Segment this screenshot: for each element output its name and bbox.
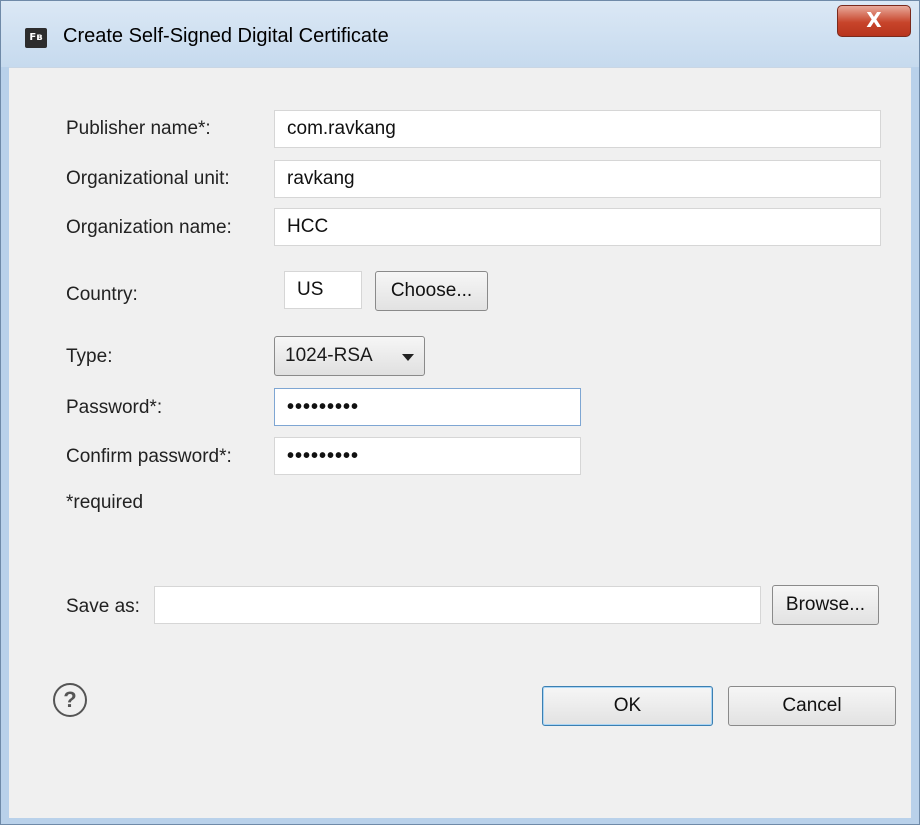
organization-name-label: Organization name: (66, 217, 232, 238)
password-field[interactable]: ••••••••• (274, 388, 581, 426)
password-label: Password*: (66, 397, 163, 418)
country-label: Country: (66, 284, 138, 305)
save-as-label: Save as: (66, 596, 140, 617)
organizational-unit-label: Organizational unit: (66, 168, 230, 189)
organization-name-field[interactable]: HCC (274, 208, 881, 246)
close-button[interactable]: X (837, 5, 911, 37)
choose-country-button[interactable]: Choose... (375, 271, 488, 311)
type-dropdown-value: 1024-RSA (285, 345, 373, 366)
cancel-button[interactable]: Cancel (728, 686, 896, 726)
dialog-window: Fв Create Self-Signed Digital Certificat… (0, 0, 920, 825)
app-icon: Fв (25, 28, 47, 48)
dialog-body: Publisher name*: com.ravkang Organizatio… (9, 67, 911, 818)
browse-button[interactable]: Browse... (772, 585, 879, 625)
dialog-title: Create Self-Signed Digital Certificate (63, 25, 389, 47)
confirm-password-field[interactable]: ••••••••• (274, 437, 581, 475)
ok-button[interactable]: OK (542, 686, 713, 726)
chevron-down-icon (402, 354, 414, 361)
save-as-field[interactable] (154, 586, 761, 624)
title-bar[interactable]: Fв Create Self-Signed Digital Certificat… (1, 1, 919, 67)
type-dropdown[interactable]: 1024-RSA (274, 336, 425, 376)
organizational-unit-field[interactable]: ravkang (274, 160, 881, 198)
help-question-icon[interactable]: ? (53, 683, 87, 717)
required-note: *required (66, 492, 144, 513)
country-field[interactable]: US (284, 271, 362, 309)
publisher-name-label: Publisher name*: (66, 118, 211, 139)
publisher-name-field[interactable]: com.ravkang (274, 110, 881, 148)
confirm-password-label: Confirm password*: (66, 446, 232, 467)
type-label: Type: (66, 346, 113, 367)
